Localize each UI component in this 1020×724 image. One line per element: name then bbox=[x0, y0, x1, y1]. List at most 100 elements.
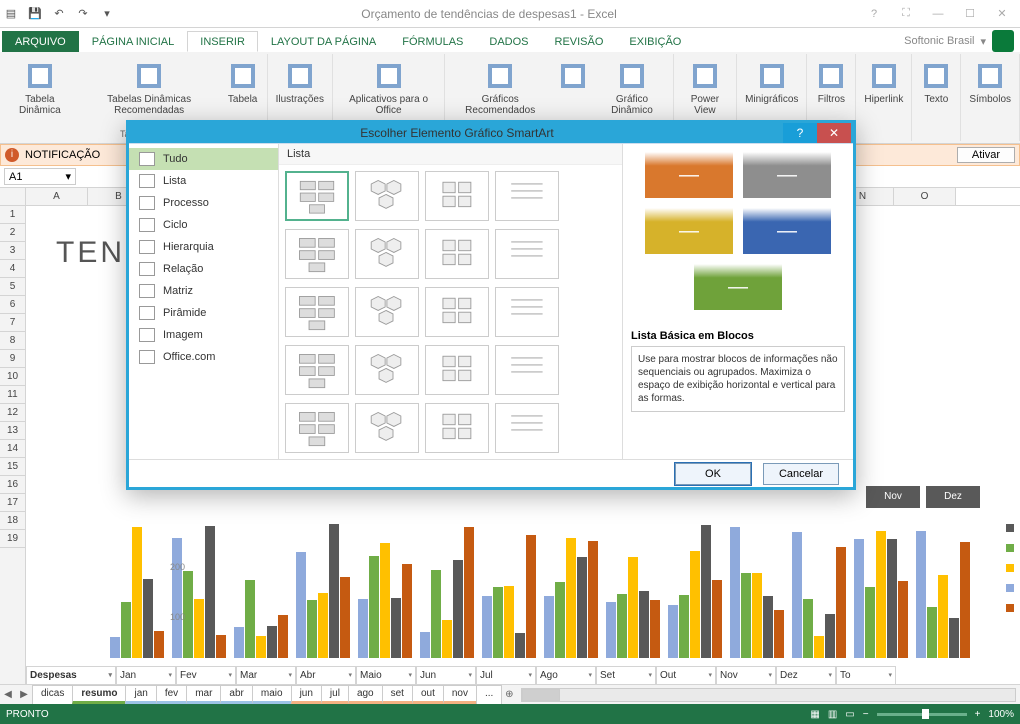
smartart-thumb[interactable] bbox=[425, 229, 489, 279]
sheet-tab-resumo[interactable]: resumo bbox=[72, 685, 126, 704]
sheet-tab-jul[interactable]: jul bbox=[321, 685, 349, 704]
ribbon-filtros[interactable]: Filtros bbox=[813, 58, 849, 107]
category-tudo[interactable]: Tudo bbox=[129, 148, 278, 170]
activate-button[interactable]: Ativar bbox=[957, 147, 1015, 163]
row-9[interactable]: 9 bbox=[0, 350, 25, 368]
ribbon-minigr-ficos[interactable]: Minigráficos bbox=[743, 58, 800, 107]
category-pirâmide[interactable]: Pirâmide bbox=[129, 302, 278, 324]
sheet-nav-next-icon[interactable]: ▶ bbox=[16, 689, 32, 700]
close-icon[interactable]: ✕ bbox=[988, 5, 1016, 23]
ribbon-hiperlink[interactable]: Hiperlink bbox=[862, 58, 905, 107]
undo-icon[interactable]: ↶ bbox=[50, 5, 68, 23]
zoom-slider[interactable] bbox=[877, 713, 967, 716]
avatar[interactable] bbox=[992, 30, 1014, 52]
hdr-abr[interactable]: Abr▾ bbox=[296, 666, 356, 686]
row-3[interactable]: 3 bbox=[0, 242, 25, 260]
tab-dados[interactable]: DADOS bbox=[476, 31, 541, 52]
category-relação[interactable]: Relação bbox=[129, 258, 278, 280]
row-19[interactable]: 19 bbox=[0, 530, 25, 548]
col-O[interactable]: O bbox=[894, 188, 956, 205]
hdr-maio[interactable]: Maio▾ bbox=[356, 666, 416, 686]
smartart-thumb[interactable] bbox=[425, 403, 489, 453]
ribbon-gr-ficos-recomendados[interactable]: Gráficos Recomendados bbox=[451, 58, 549, 118]
account-dropdown-icon[interactable]: ▾ bbox=[980, 35, 986, 48]
horizontal-scrollbar[interactable] bbox=[521, 688, 1016, 702]
row-16[interactable]: 16 bbox=[0, 476, 25, 494]
save-icon[interactable]: 💾 bbox=[26, 5, 44, 23]
col-A[interactable]: A bbox=[26, 188, 88, 205]
zoom-value[interactable]: 100% bbox=[988, 709, 1014, 720]
hdr-set[interactable]: Set▾ bbox=[596, 666, 656, 686]
hdr-mar[interactable]: Mar▾ bbox=[236, 666, 296, 686]
ribbon-tabela[interactable]: Tabela bbox=[225, 58, 261, 118]
sheet-tab-set[interactable]: set bbox=[382, 685, 413, 704]
row-8[interactable]: 8 bbox=[0, 332, 25, 350]
smartart-thumb[interactable] bbox=[355, 345, 419, 395]
view-normal-icon[interactable]: ▦ bbox=[810, 709, 819, 720]
hdr-out[interactable]: Out▾ bbox=[656, 666, 716, 686]
select-all-corner[interactable] bbox=[0, 188, 26, 205]
ribbon-texto[interactable]: Texto bbox=[918, 58, 954, 107]
smartart-thumb[interactable] bbox=[495, 345, 559, 395]
hdr-fev[interactable]: Fev▾ bbox=[176, 666, 236, 686]
view-pagebreak-icon[interactable]: ▭ bbox=[845, 709, 854, 720]
sheet-tab-jan[interactable]: jan bbox=[125, 685, 156, 704]
smartart-thumb[interactable] bbox=[285, 403, 349, 453]
sheet-tab-mar[interactable]: mar bbox=[186, 685, 221, 704]
smartart-thumb[interactable] bbox=[425, 171, 489, 221]
row-4[interactable]: 4 bbox=[0, 260, 25, 278]
tab-inserir[interactable]: INSERIR bbox=[187, 31, 258, 52]
sheet-tab-jun[interactable]: jun bbox=[291, 685, 322, 704]
hdr-to[interactable]: To▾ bbox=[836, 666, 896, 686]
category-lista[interactable]: Lista bbox=[129, 170, 278, 192]
row-5[interactable]: 5 bbox=[0, 278, 25, 296]
account-area[interactable]: Softonic Brasil ▾ bbox=[904, 30, 1014, 52]
ribbon-ilustra-es[interactable]: Ilustrações bbox=[274, 58, 326, 107]
row-17[interactable]: 17 bbox=[0, 494, 25, 512]
gallery-grid[interactable] bbox=[279, 165, 622, 459]
tab-revis-o[interactable]: REVISÃO bbox=[542, 31, 617, 52]
smartart-thumb[interactable] bbox=[355, 171, 419, 221]
smartart-thumb[interactable] bbox=[495, 287, 559, 337]
category-officecom[interactable]: Office.com bbox=[129, 346, 278, 368]
row-2[interactable]: 2 bbox=[0, 224, 25, 242]
row-18[interactable]: 18 bbox=[0, 512, 25, 530]
sheet-tab-...[interactable]: ... bbox=[476, 685, 502, 704]
smartart-thumb[interactable] bbox=[425, 287, 489, 337]
hdr-jul[interactable]: Jul▾ bbox=[476, 666, 536, 686]
ribbon-s-mbolos[interactable]: Símbolos bbox=[967, 58, 1013, 107]
minimize-icon[interactable]: — bbox=[924, 5, 952, 23]
name-box-dropdown-icon[interactable]: ▾ bbox=[65, 170, 71, 183]
smartart-thumb[interactable] bbox=[285, 229, 349, 279]
smartart-thumb[interactable] bbox=[425, 345, 489, 395]
maximize-icon[interactable]: ☐ bbox=[956, 5, 984, 23]
tab-f-rmulas[interactable]: FÓRMULAS bbox=[389, 31, 476, 52]
ribbon-item[interactable] bbox=[555, 58, 591, 118]
new-sheet-icon[interactable]: ⊕ bbox=[501, 689, 517, 700]
smartart-thumb[interactable] bbox=[355, 229, 419, 279]
hdr-ago[interactable]: Ago▾ bbox=[536, 666, 596, 686]
hdr-despesas[interactable]: Despesas▾ bbox=[26, 666, 116, 686]
hdr-nov[interactable]: Nov▾ bbox=[716, 666, 776, 686]
row-13[interactable]: 13 bbox=[0, 422, 25, 440]
sheet-tab-ago[interactable]: ago bbox=[348, 685, 383, 704]
category-processo[interactable]: Processo bbox=[129, 192, 278, 214]
redo-icon[interactable]: ↷ bbox=[74, 5, 92, 23]
sheet-tab-out[interactable]: out bbox=[412, 685, 444, 704]
row-15[interactable]: 15 bbox=[0, 458, 25, 476]
name-box[interactable]: A1 ▾ bbox=[4, 168, 76, 185]
row-12[interactable]: 12 bbox=[0, 404, 25, 422]
zoom-in-icon[interactable]: + bbox=[975, 709, 981, 720]
help-icon[interactable]: ? bbox=[860, 5, 888, 23]
smartart-thumb[interactable] bbox=[285, 345, 349, 395]
category-imagem[interactable]: Imagem bbox=[129, 324, 278, 346]
view-layout-icon[interactable]: ▥ bbox=[828, 709, 837, 720]
ribbon-tabelas-din-micas-recomendadas[interactable]: Tabelas Dinâmicas Recomendadas bbox=[80, 58, 219, 118]
row-14[interactable]: 14 bbox=[0, 440, 25, 458]
hdr-jan[interactable]: Jan▾ bbox=[116, 666, 176, 686]
ribbon-aplicativos-para-o-office[interactable]: Aplicativos para o Office bbox=[339, 58, 438, 118]
hdr-dez[interactable]: Dez▾ bbox=[776, 666, 836, 686]
category-matriz[interactable]: Matriz bbox=[129, 280, 278, 302]
ok-button[interactable]: OK bbox=[675, 463, 751, 485]
qat-dropdown-icon[interactable]: ▾ bbox=[98, 5, 116, 23]
